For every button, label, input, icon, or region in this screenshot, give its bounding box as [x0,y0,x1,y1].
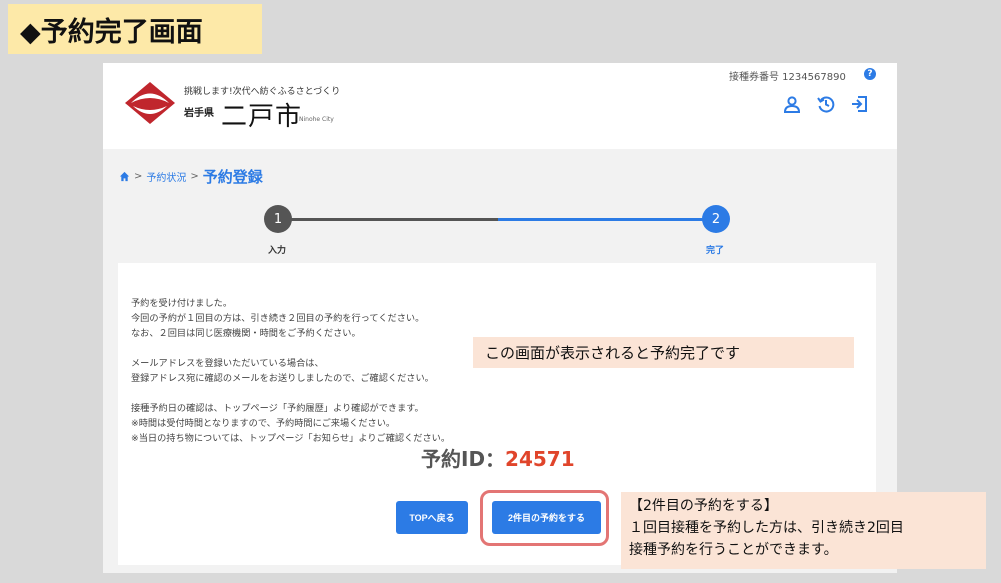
message-line: なお、２回目は同じ医療機関・時間をご予約ください。 [131,328,361,339]
site-header: 挑戦します!次代へ紡ぐふるさとづくり 岩手県 二戸市 Ninohe City 接… [103,63,897,149]
city-name: 二戸市 [221,102,303,132]
step-2-circle: 2 [702,205,730,233]
prefecture-name: 岩手県 [184,108,214,119]
step-connector-active [498,218,716,221]
step-connector-done [278,218,498,221]
callout-line: １回目接種を予約した方は、引き続き2回目 [629,520,904,536]
breadcrumb: > 予約状況 > 予約登録 [119,166,263,187]
step-1-label: 入力 [268,246,287,256]
message-line: 予約を受け付けました。 [131,298,233,309]
history-icon[interactable] [817,95,835,113]
breadcrumb-separator: > [134,171,143,182]
reservation-id-value: 24571 [505,447,575,471]
city-name-en: Ninohe City [299,116,334,123]
breadcrumb-separator: > [190,171,199,182]
ticket-number: 接種券番号 1234567890 [729,72,846,83]
callout-title: 【2件目の予約をする】 [629,498,778,514]
message-line: ※当日の持ち物については、トップページ「お知らせ」よりご確認ください。 [131,433,451,444]
second-reservation-callout: 【2件目の予約をする】 １回目接種を予約した方は、引き続き2回目 接種予約を行う… [621,492,986,569]
message-line: メールアドレスを登録いただいている場合は、 [131,358,324,369]
message-line: 登録アドレス宛に確認のメールをお送りしましたので、ご確認ください。 [131,373,434,384]
slide-title: ◆予約完了画面 [8,4,262,54]
button-highlight-ring [480,490,609,546]
step-1-circle: 1 [264,205,292,233]
home-icon[interactable] [119,171,130,182]
help-icon[interactable]: ? [864,68,876,80]
completion-callout: この画面が表示されると予約完了です [473,337,854,368]
reservation-id: 予約ID：24571 [421,443,575,472]
logout-icon[interactable] [850,95,868,113]
reservation-id-label: 予約ID： [421,447,506,471]
message-line: ※時間は受付時間となりますので、予約時間にご来場ください。 [131,418,396,429]
breadcrumb-link-status[interactable]: 予約状況 [146,169,186,184]
city-logo[interactable] [123,80,177,126]
message-line: 今回の予約が１回目の方は、引き続き２回目の予約を行ってください。 [131,313,425,324]
message-line: 接種予約日の確認は、トップページ「予約履歴」より確認ができます。 [131,403,424,414]
breadcrumb-current: 予約登録 [202,168,263,186]
completion-message: 予約を受け付けました。 今回の予約が１回目の方は、引き続き２回目の予約を行ってく… [131,296,450,446]
callout-line: 接種予約を行うことができます。 [629,542,838,558]
user-icon[interactable] [783,95,801,113]
step-2-label: 完了 [706,246,725,256]
top-return-button[interactable]: TOPへ戻る [396,501,468,534]
